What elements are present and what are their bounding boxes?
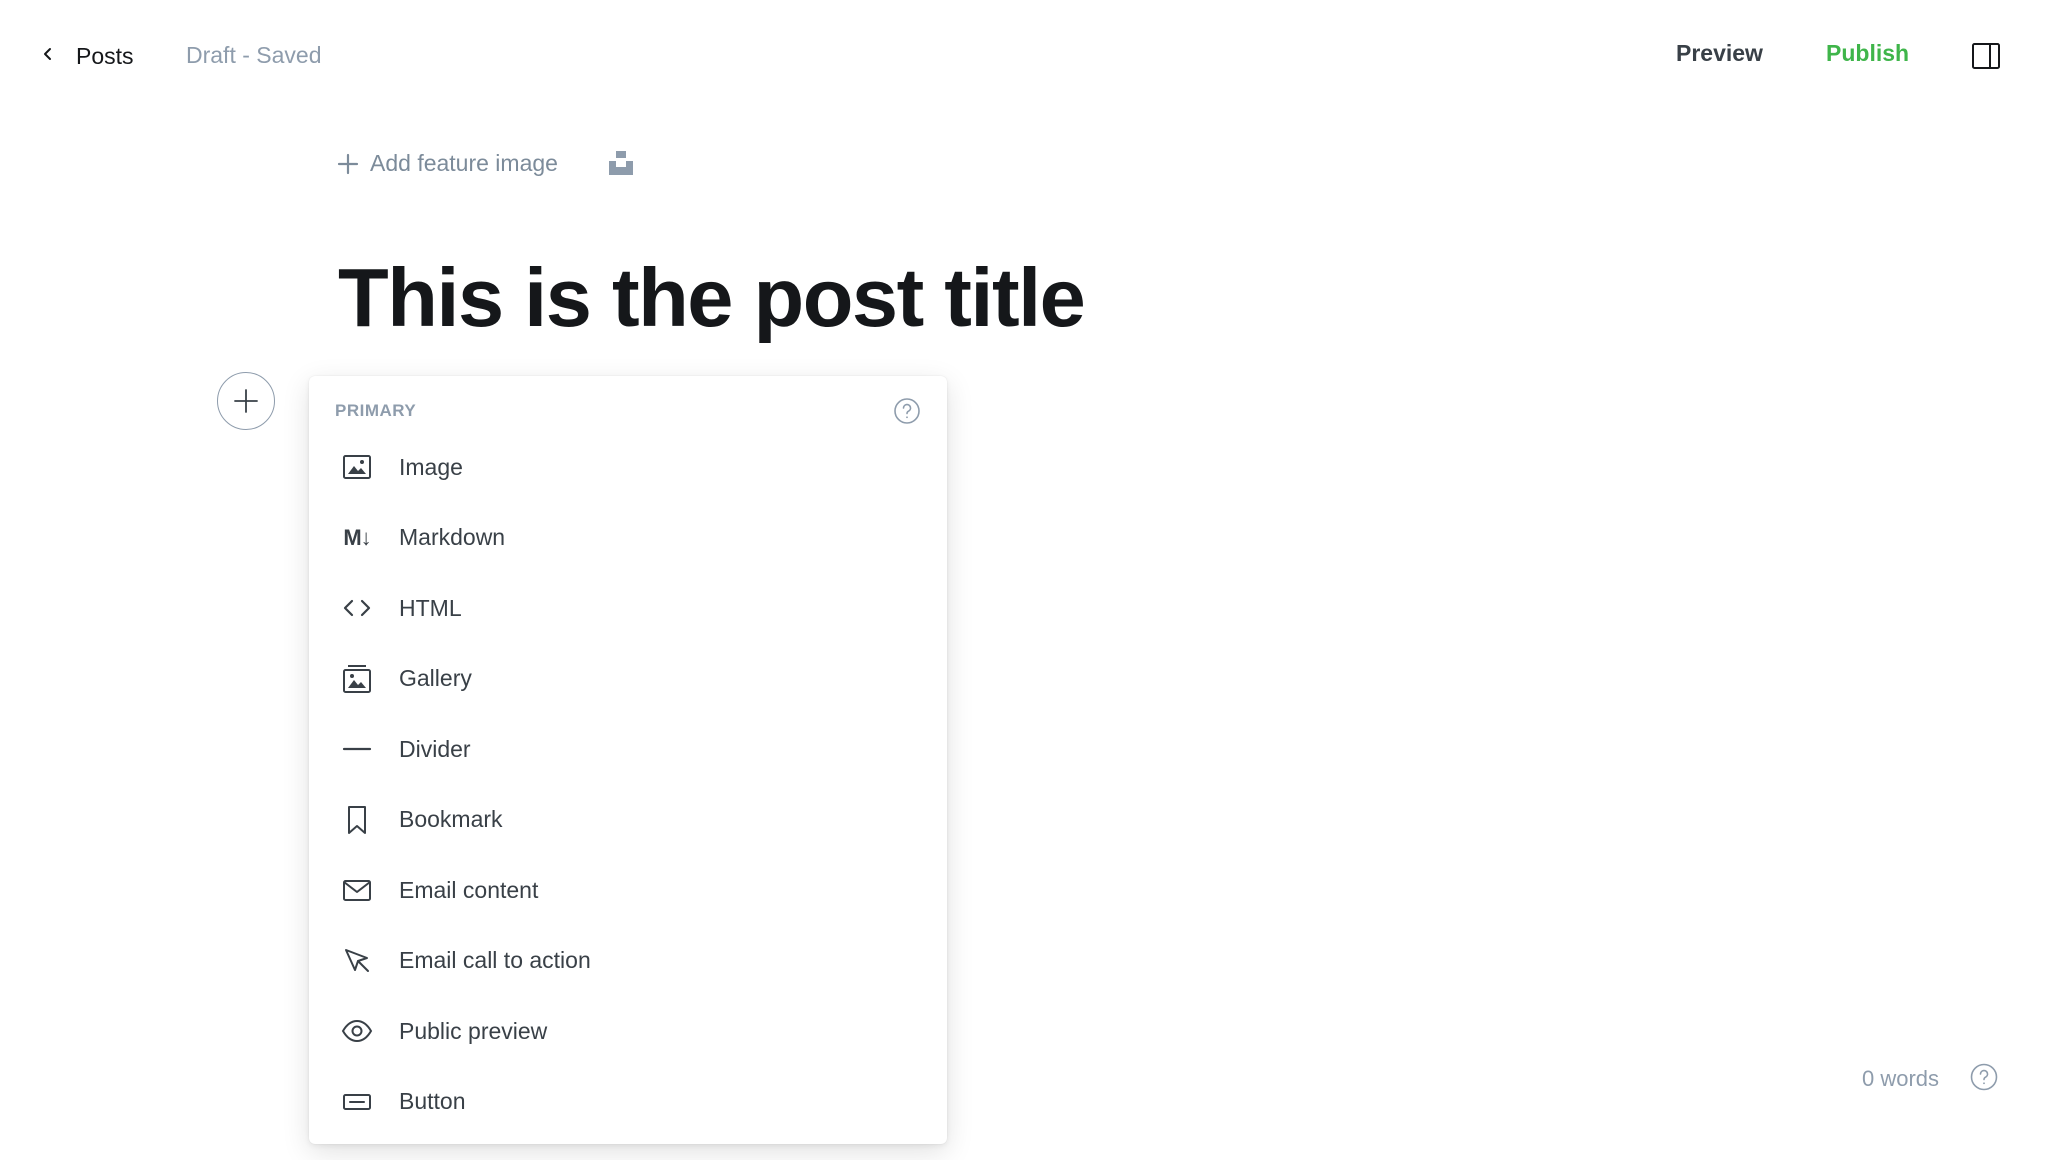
- add-card-button[interactable]: [217, 372, 275, 430]
- menu-item-label: Button: [399, 1088, 466, 1115]
- preview-button[interactable]: Preview: [1676, 40, 1763, 67]
- card-menu: PRIMARY Image M↓ Markdown HTML Gallery D…: [309, 376, 947, 1144]
- menu-item-email-content[interactable]: Email content: [309, 855, 947, 926]
- menu-item-public-preview[interactable]: Public preview: [309, 996, 947, 1067]
- menu-item-bookmark[interactable]: Bookmark: [309, 785, 947, 856]
- chevron-left-icon: [36, 42, 60, 71]
- post-title[interactable]: This is the post title: [338, 250, 1086, 346]
- back-label: Posts: [76, 42, 134, 69]
- menu-section-label: PRIMARY: [335, 401, 417, 420]
- divider-icon: [341, 733, 373, 765]
- add-feature-image-label: Add feature image: [370, 150, 558, 176]
- sidebar-toggle-icon[interactable]: [1970, 40, 2002, 72]
- gallery-icon: [341, 663, 373, 695]
- help-icon[interactable]: [1969, 1062, 1999, 1092]
- menu-item-html[interactable]: HTML: [309, 573, 947, 644]
- plus-icon: [336, 152, 360, 176]
- menu-item-label: Markdown: [399, 524, 506, 551]
- menu-item-label: Email content: [399, 876, 539, 903]
- markdown-icon: M↓: [343, 524, 371, 550]
- back-to-posts-link[interactable]: Posts: [36, 36, 134, 76]
- eye-icon: [341, 1015, 373, 1047]
- menu-item-label: Email call to action: [399, 947, 591, 974]
- menu-item-label: Divider: [399, 735, 471, 762]
- menu-item-gallery[interactable]: Gallery: [309, 644, 947, 715]
- publish-button[interactable]: Publish: [1826, 40, 1909, 67]
- unsplash-icon[interactable]: [608, 150, 634, 176]
- post-editor: Posts Draft - Saved Preview Publish Add …: [0, 0, 2048, 1160]
- menu-item-label: Bookmark: [399, 806, 503, 833]
- image-icon: [341, 451, 373, 483]
- menu-item-email-cta[interactable]: Email call to action: [309, 926, 947, 997]
- menu-item-markdown[interactable]: M↓ Markdown: [309, 503, 947, 574]
- menu-item-image[interactable]: Image: [309, 432, 947, 503]
- word-count: 0 words: [1862, 1066, 1940, 1091]
- post-status: Draft - Saved: [186, 42, 322, 68]
- help-icon[interactable]: [893, 397, 921, 425]
- menu-item-label: HTML: [399, 594, 462, 621]
- card-menu-header: PRIMARY: [335, 396, 921, 426]
- menu-item-button[interactable]: Button: [309, 1067, 947, 1138]
- card-menu-list: Image M↓ Markdown HTML Gallery Divider B…: [309, 432, 947, 1137]
- bookmark-icon: [341, 804, 373, 836]
- menu-item-label: Image: [399, 453, 463, 480]
- menu-item-label: Public preview: [399, 1017, 548, 1044]
- menu-item-label: Gallery: [399, 665, 472, 692]
- menu-item-divider[interactable]: Divider: [309, 714, 947, 785]
- plus-icon: [234, 389, 258, 413]
- button-icon: [341, 1086, 373, 1118]
- envelope-icon: [341, 874, 373, 906]
- code-icon: [341, 592, 373, 624]
- add-feature-image-button[interactable]: Add feature image: [336, 150, 558, 177]
- cursor-icon: [341, 945, 373, 977]
